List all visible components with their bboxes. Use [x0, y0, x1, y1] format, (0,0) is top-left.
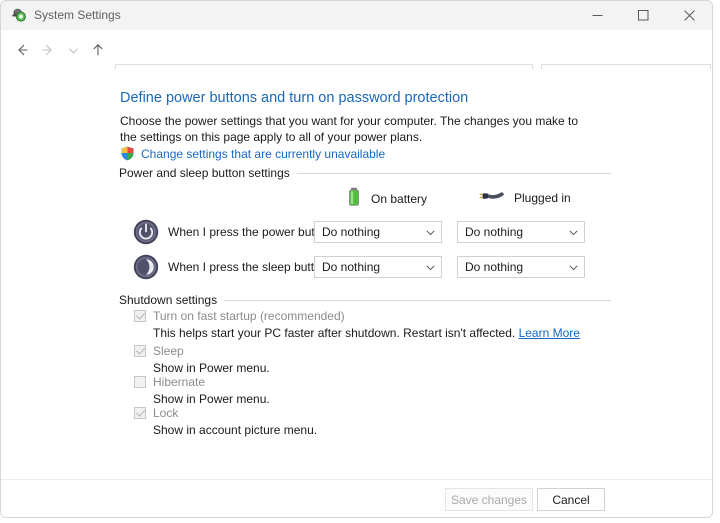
window-title: System Settings — [34, 8, 121, 22]
fast-startup-label: Turn on fast startup (recommended) — [153, 309, 345, 323]
lock-checkbox[interactable] — [134, 407, 146, 419]
fast-startup-description-text: This helps start your PC faster after sh… — [153, 326, 516, 340]
fast-startup-row: Turn on fast startup (recommended) This … — [134, 309, 580, 340]
hibernate-checkbox[interactable] — [134, 376, 146, 388]
chevron-down-icon[interactable] — [424, 260, 436, 274]
page-title: Define power buttons and turn on passwor… — [120, 90, 469, 106]
sleep-description: Show in Power menu. — [153, 361, 270, 375]
sleep-button-plugged-in-value: Do nothing — [465, 260, 524, 274]
fast-startup-checkbox[interactable] — [134, 310, 146, 322]
power-sleep-group-label: Power and sleep button settings — [119, 166, 290, 180]
power-plug-icon — [479, 187, 505, 208]
save-changes-button[interactable]: Save changes — [445, 488, 533, 511]
learn-more-link[interactable]: Learn More — [519, 326, 580, 340]
up-button[interactable] — [86, 38, 110, 62]
power-button-plugged-in-value: Do nothing — [465, 225, 524, 239]
close-button[interactable] — [666, 1, 712, 29]
footer-bar: Save changes Cancel — [1, 479, 712, 517]
minimize-button[interactable] — [574, 1, 620, 29]
lock-description: Show in account picture menu. — [153, 423, 318, 437]
hibernate-description: Show in Power menu. — [153, 392, 270, 406]
column-label-on-battery: On battery — [371, 191, 428, 206]
sleep-checkbox-line[interactable]: Sleep — [134, 344, 270, 358]
back-button[interactable] — [10, 38, 34, 62]
sleep-row: Sleep Show in Power menu. — [134, 344, 270, 375]
power-button-on-battery-value: Do nothing — [322, 225, 381, 239]
maximize-button[interactable] — [620, 1, 666, 29]
change-settings-link-row[interactable]: Change settings that are currently unava… — [120, 146, 385, 161]
forward-button[interactable] — [36, 38, 60, 62]
sleep-label: Sleep — [153, 344, 184, 358]
column-header-on-battery: On battery — [346, 187, 427, 210]
control-panel-power-icon — [11, 7, 27, 23]
chevron-down-icon[interactable] — [567, 260, 579, 274]
sleep-button-plugged-in-select[interactable]: Do nothing — [457, 256, 585, 278]
power-button-setting-row: When I press the power button: — [132, 219, 335, 245]
hibernate-row: Hibernate Show in Power menu. — [134, 375, 270, 406]
chevron-down-icon[interactable] — [424, 225, 436, 239]
hibernate-label: Hibernate — [153, 375, 206, 389]
page-description: Choose the power settings that you want … — [120, 114, 579, 144]
shutdown-group-label: Shutdown settings — [119, 293, 218, 307]
title-bar: System Settings — [1, 1, 712, 30]
column-label-plugged-in: Plugged in — [514, 190, 571, 205]
sleep-button-on-battery-value: Do nothing — [322, 260, 381, 274]
sleep-button-on-battery-select[interactable]: Do nothing — [314, 256, 442, 278]
sleep-checkbox[interactable] — [134, 345, 146, 357]
lock-checkbox-line[interactable]: Lock — [134, 406, 317, 420]
navigation-bar: « Hardware and Sound › Power Options › S… — [1, 30, 712, 92]
column-header-plugged-in: Plugged in — [479, 187, 571, 208]
change-settings-link[interactable]: Change settings that are currently unava… — [141, 147, 385, 161]
hibernate-checkbox-line[interactable]: Hibernate — [134, 375, 270, 389]
power-button-plugged-in-select[interactable]: Do nothing — [457, 221, 585, 243]
battery-icon — [346, 187, 362, 210]
recent-locations-chevron-down-icon[interactable] — [61, 38, 85, 62]
lock-row: Lock Show in account picture menu. — [134, 406, 317, 437]
window-controls — [574, 1, 712, 29]
shield-icon — [120, 146, 135, 161]
cancel-button[interactable]: Cancel — [537, 488, 605, 511]
power-sleep-group-header: Power and sleep button settings — [119, 166, 611, 180]
group-divider — [296, 172, 611, 174]
fast-startup-description: This helps start your PC faster after sh… — [153, 326, 580, 340]
shutdown-group-header: Shutdown settings — [119, 293, 611, 307]
sleep-button-setting-label: When I press the sleep button: — [168, 260, 331, 274]
system-settings-window: System Settings Search Control Panel Def… — [0, 0, 713, 518]
group-divider — [224, 299, 611, 301]
sleep-moon-icon — [132, 253, 160, 281]
fast-startup-checkbox-line[interactable]: Turn on fast startup (recommended) — [134, 309, 580, 323]
power-button-setting-label: When I press the power button: — [168, 225, 335, 239]
sleep-button-setting-row: When I press the sleep button: — [132, 254, 331, 280]
power-button-on-battery-select[interactable]: Do nothing — [314, 221, 442, 243]
lock-label: Lock — [153, 406, 179, 420]
chevron-down-icon[interactable] — [567, 225, 579, 239]
content-area: Define power buttons and turn on passwor… — [1, 69, 712, 486]
power-button-icon — [132, 218, 160, 246]
